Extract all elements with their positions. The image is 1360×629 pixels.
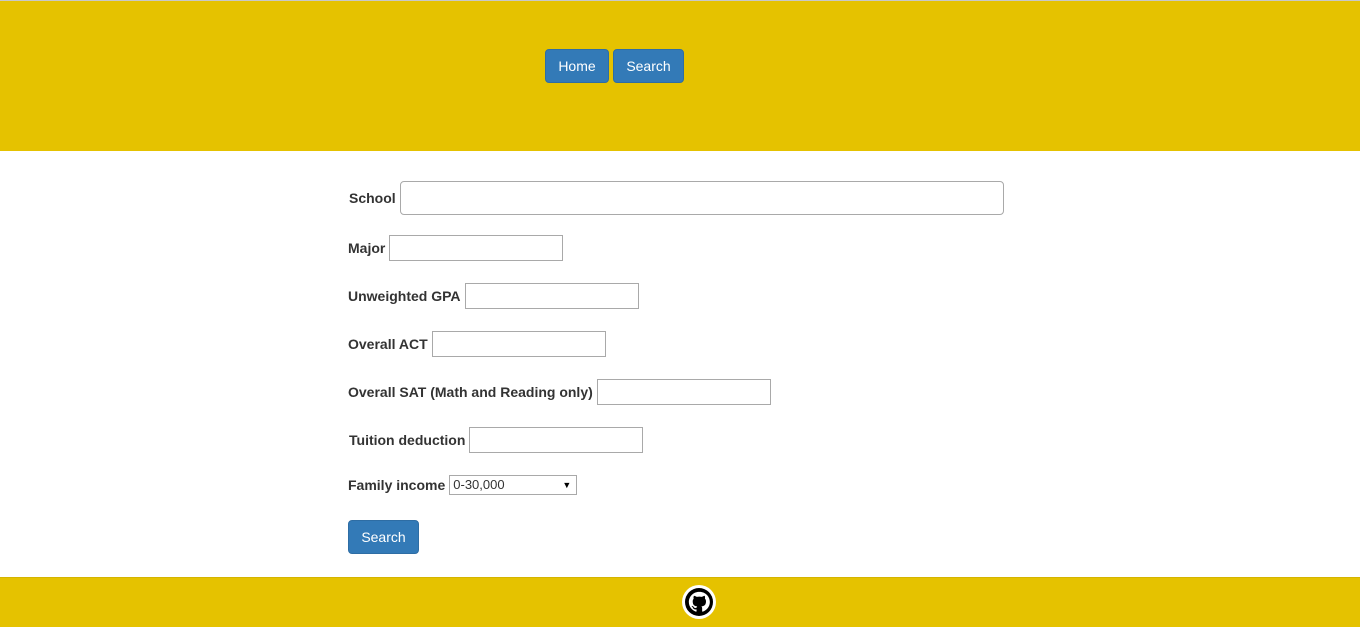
gpa-input[interactable] [464,283,639,309]
major-row: Major [348,235,564,261]
income-label: Family income [348,477,446,493]
income-select[interactable]: 0-30,000 ▼ [449,475,578,495]
tuition-input[interactable] [469,427,644,453]
school-input[interactable] [399,181,1004,215]
tuition-label: Tuition deduction [349,432,466,448]
home-button[interactable]: Home [545,49,609,83]
github-icon[interactable] [682,585,716,619]
dropdown-arrow-icon: ▼ [562,480,572,490]
gpa-row: Unweighted GPA [348,283,639,309]
sat-row: Overall SAT (Math and Reading only) [348,379,771,405]
gpa-label: Unweighted GPA [348,288,461,304]
major-input[interactable] [389,235,564,261]
income-row: Family income 0-30,000 ▼ [348,475,578,495]
act-input[interactable] [431,331,606,357]
income-selected-value: 0-30,000 [453,477,505,492]
major-label: Major [348,240,386,256]
header-bar: Home Search [0,0,1360,151]
act-label: Overall ACT [348,336,428,352]
tuition-row: Tuition deduction [348,427,644,453]
search-submit-button[interactable]: Search [348,520,419,554]
school-row: School [348,181,1004,215]
sat-input[interactable] [596,379,771,405]
act-row: Overall ACT [348,331,606,357]
school-label: School [349,190,396,206]
sat-label: Overall SAT (Math and Reading only) [348,384,593,400]
nav-search-button[interactable]: Search [613,49,684,83]
footer-bar [0,577,1360,627]
